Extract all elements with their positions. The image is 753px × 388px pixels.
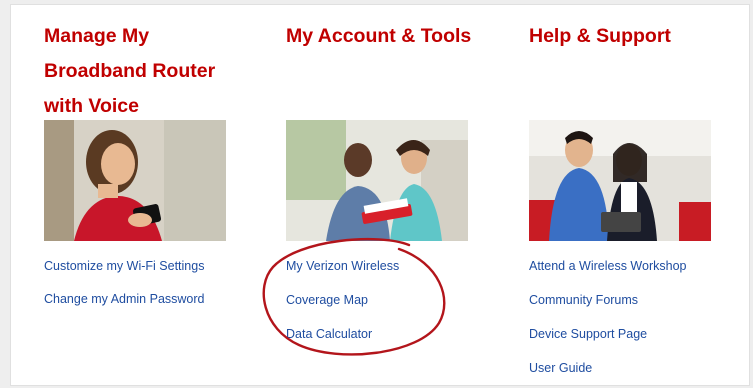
- account-tools-heading: My Account & Tools: [286, 19, 471, 54]
- woman-phone-photo: [44, 120, 226, 241]
- heading-line: Help & Support: [529, 25, 671, 47]
- support-links-panel: Manage My Broadband Router with Voice Cu…: [10, 4, 750, 386]
- coverage-map-link[interactable]: Coverage Map: [286, 293, 368, 307]
- couple-device-photo: [529, 120, 711, 241]
- community-forums-link[interactable]: Community Forums: [529, 293, 638, 307]
- customize-wifi-link[interactable]: Customize my Wi-Fi Settings: [44, 259, 204, 273]
- my-verizon-wireless-link[interactable]: My Verizon Wireless: [286, 259, 399, 273]
- heading-line: My Account & Tools: [286, 25, 472, 47]
- user-guide-link[interactable]: User Guide: [529, 361, 592, 375]
- device-support-page-link[interactable]: Device Support Page: [529, 327, 647, 341]
- attend-workshop-link[interactable]: Attend a Wireless Workshop: [529, 259, 686, 273]
- heading-line: with Voice: [44, 95, 139, 117]
- manage-router-heading: Manage My Broadband Router with Voice: [44, 19, 215, 124]
- couple-tablet-photo: [286, 120, 468, 241]
- data-calculator-link[interactable]: Data Calculator: [286, 327, 372, 341]
- help-support-heading: Help & Support: [529, 19, 671, 54]
- change-admin-password-link[interactable]: Change my Admin Password: [44, 292, 205, 306]
- heading-line: Manage My: [44, 25, 150, 47]
- heading-line: Broadband Router: [44, 60, 216, 82]
